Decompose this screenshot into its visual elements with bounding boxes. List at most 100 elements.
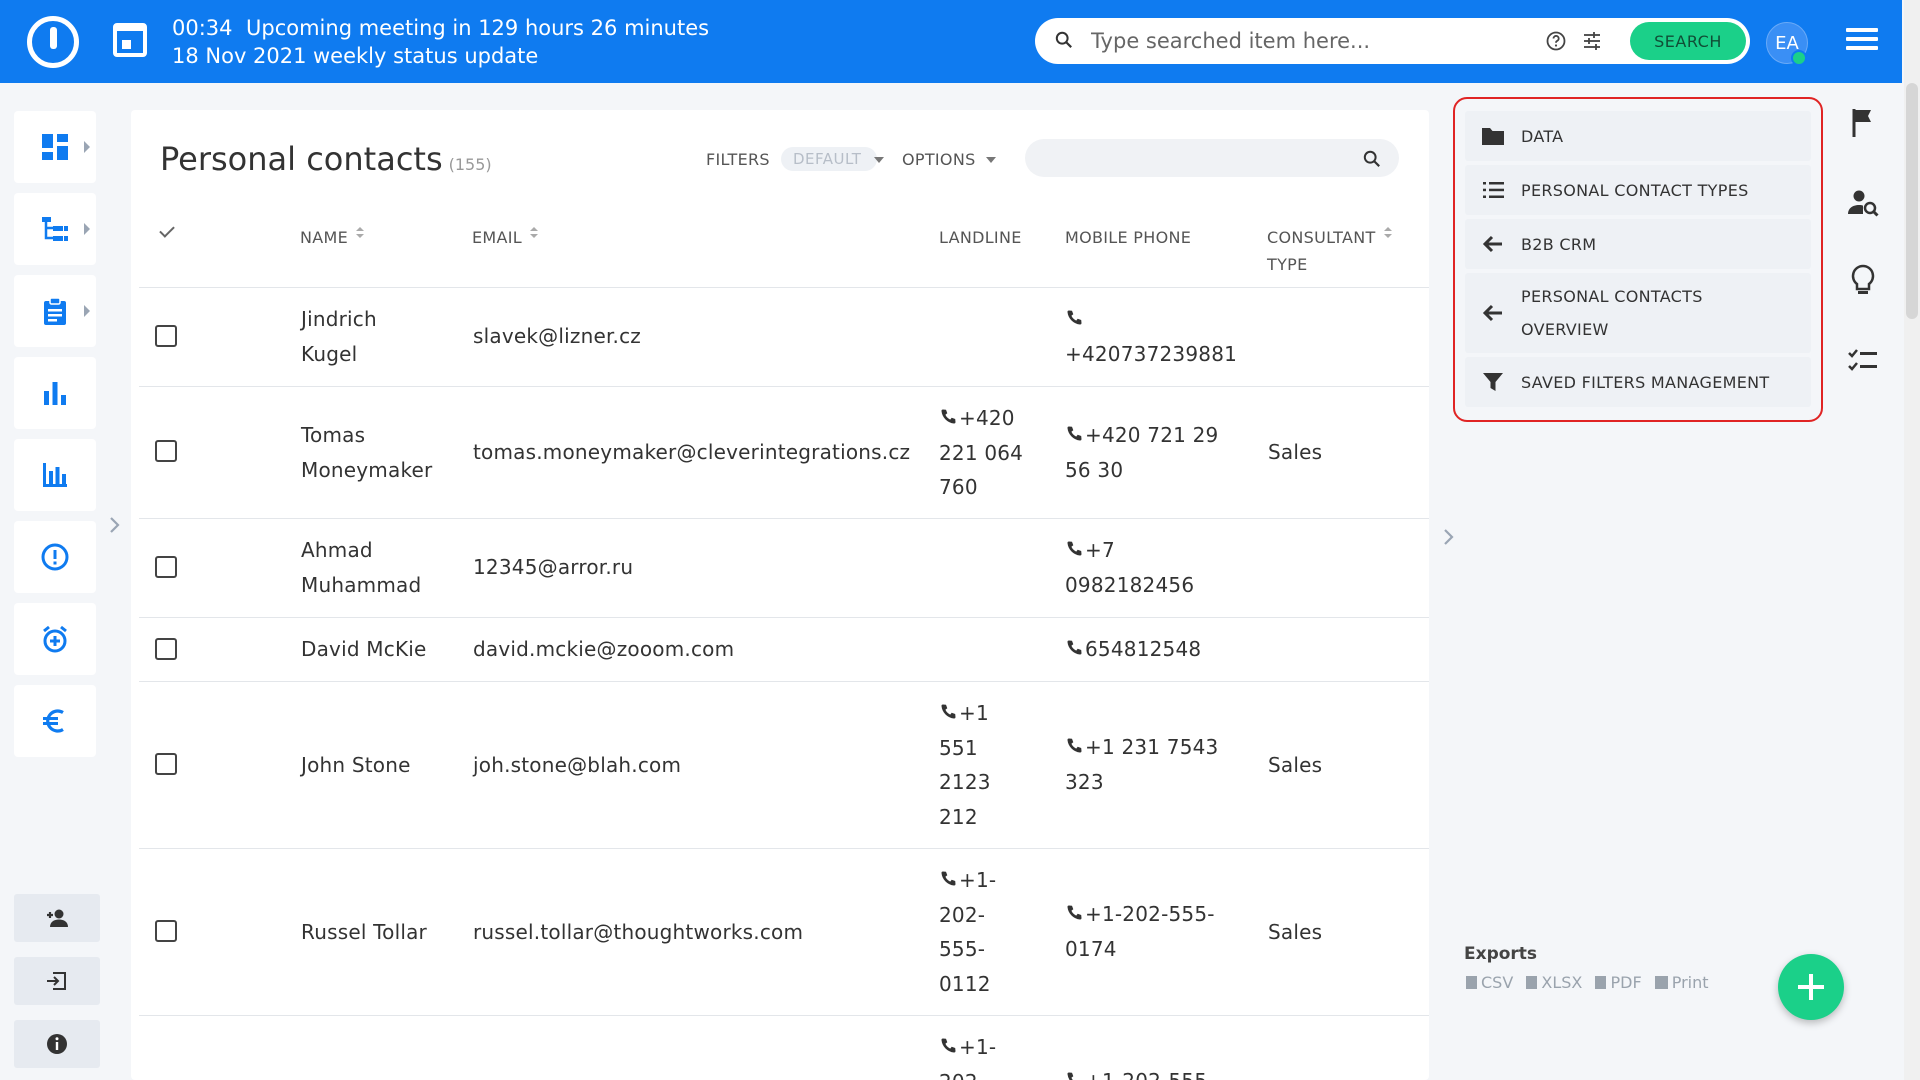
contact-email[interactable]: joh.stone@blah.com <box>473 748 681 783</box>
phone-icon <box>939 402 959 424</box>
contact-email[interactable]: slavek@lizner.cz <box>473 319 641 354</box>
nav-dashboard-caret-icon <box>84 141 90 153</box>
table-row[interactable]: David McKie david.mckie@zooom.com 654812… <box>139 617 1429 681</box>
filters-caret-icon <box>874 157 884 163</box>
contact-consultant-type: Sales <box>1268 753 1323 777</box>
nav-issues[interactable] <box>14 521 96 593</box>
context-item-data[interactable]: DATA <box>1465 111 1811 161</box>
contact-landline[interactable]: +1 551 2123 212 <box>939 696 991 834</box>
column-header-mobile[interactable]: MOBILE PHONE <box>1065 224 1191 251</box>
context-item-label: DATA <box>1521 126 1564 146</box>
alert-icon <box>41 543 69 571</box>
help-icon[interactable] <box>1545 30 1567 52</box>
nav-reminders[interactable] <box>14 603 96 675</box>
context-item-personal-contact-types[interactable]: PERSONAL CONTACT TYPES <box>1465 165 1811 215</box>
table-row[interactable]: Tomas Moneymaker tomas.moneymaker@cleveri… <box>139 386 1429 518</box>
contact-mobile[interactable]: +1 231 7543 323 <box>1065 730 1218 799</box>
contact-mobile[interactable]: +1-202-555- 0174 <box>1065 897 1215 966</box>
options-button[interactable]: OPTIONS <box>902 150 976 169</box>
export-csv-link[interactable]: CSV <box>1466 973 1513 992</box>
filters-button[interactable]: FILTERS <box>706 150 770 169</box>
contact-name[interactable]: David McKie <box>301 632 427 667</box>
context-item-personal-contacts-overview[interactable]: PERSONAL CONTACTS OVERVIEW <box>1465 273 1811 353</box>
phone-icon <box>939 697 959 719</box>
contact-email[interactable]: russel.tollar@thoughtworks.com <box>473 915 803 950</box>
contact-landline[interactable]: +1-202- <box>939 1030 996 1080</box>
table-row[interactable]: Jindrich Kugel slavek@lizner.cz +42073723… <box>139 287 1429 386</box>
column-header-consultant-type[interactable]: CONSULTANT TYPE <box>1267 224 1392 278</box>
context-item-b2b-crm[interactable]: B2B CRM <box>1465 219 1811 269</box>
nav-reports[interactable] <box>14 357 96 429</box>
context-item-saved-filters-management[interactable]: SAVED FILTERS MANAGEMENT <box>1465 357 1811 407</box>
row-checkbox[interactable] <box>155 753 177 775</box>
contact-mobile[interactable]: 654812548 <box>1065 632 1201 667</box>
contact-name[interactable]: Jindrich Kugel <box>301 302 377 371</box>
left-sidebar-expand-chevron-icon[interactable] <box>104 515 124 535</box>
row-checkbox[interactable] <box>155 638 177 660</box>
add-user-icon <box>47 909 68 927</box>
filter-default-chip[interactable]: DEFAULT <box>781 147 877 171</box>
info-button[interactable] <box>14 1020 100 1068</box>
contact-email[interactable]: 12345@arror.ru <box>473 550 633 585</box>
sort-icon <box>1383 227 1392 239</box>
global-search-input[interactable] <box>1091 24 1531 58</box>
checklist-icon[interactable] <box>1846 344 1880 378</box>
row-checkbox[interactable] <box>155 920 177 942</box>
contact-name[interactable]: John Stone <box>301 748 411 783</box>
table-search <box>1025 139 1399 177</box>
contact-mobile[interactable]: +420 721 29 56 30 <box>1065 418 1218 487</box>
logout-icon <box>47 972 66 990</box>
alarm-clock-icon <box>43 625 67 653</box>
right-panel-expand-chevron-icon[interactable] <box>1438 527 1458 547</box>
phone-icon <box>1065 303 1085 325</box>
table-row[interactable]: +1-202- +1-202-555- <box>139 1015 1429 1080</box>
contact-name[interactable]: Russel Tollar <box>301 915 427 950</box>
sort-icon <box>530 227 538 239</box>
column-header-landline[interactable]: LANDLINE <box>939 224 1022 251</box>
scrollbar-thumb[interactable] <box>1906 83 1918 319</box>
column-header-name[interactable]: NAME <box>300 224 365 251</box>
search-button[interactable]: SEARCH <box>1630 22 1746 60</box>
context-item-label: PERSONAL CONTACTS OVERVIEW <box>1521 287 1703 339</box>
lightbulb-icon[interactable] <box>1846 263 1880 297</box>
table-row[interactable]: Russel Tollar russel.tollar@thoughtworks… <box>139 848 1429 1015</box>
contact-name[interactable]: Ahmad Muhammad <box>301 533 421 602</box>
export-pdf-link[interactable]: PDF <box>1595 973 1642 992</box>
select-all-check-icon[interactable] <box>159 222 175 238</box>
hamburger-menu-icon[interactable] <box>1846 28 1878 54</box>
add-user-button[interactable] <box>14 894 100 942</box>
user-search-icon[interactable] <box>1846 186 1880 220</box>
row-checkbox[interactable] <box>155 325 177 347</box>
column-header-email[interactable]: EMAIL <box>472 224 538 251</box>
calendar-icon[interactable] <box>113 23 147 57</box>
table-search-input[interactable] <box>1043 145 1343 171</box>
row-checkbox[interactable] <box>155 440 177 462</box>
list-icon <box>1483 182 1504 198</box>
row-checkbox[interactable] <box>155 556 177 578</box>
phone-icon <box>1065 633 1085 655</box>
contact-mobile[interactable]: +1-202-555- <box>1065 1064 1215 1080</box>
logout-button[interactable] <box>14 957 100 1005</box>
contact-mobile[interactable]: +420737239881 <box>1065 302 1237 371</box>
phone-icon <box>939 864 959 886</box>
nav-finance[interactable] <box>14 685 96 757</box>
table-row[interactable]: Ahmad Muhammad 12345@arror.ru +7 098218245… <box>139 518 1429 617</box>
contact-email[interactable]: david.mckie@zooom.com <box>473 632 734 667</box>
flag-icon[interactable] <box>1846 105 1880 139</box>
contact-mobile[interactable]: +7 0982182456 <box>1065 533 1194 602</box>
contact-landline[interactable]: +420 221 064 760 <box>939 401 1023 505</box>
upcoming-meeting[interactable]: 00:34 Upcoming meeting in 129 hours 26 mi… <box>172 14 709 70</box>
contact-email[interactable]: tomas.moneymaker@cleverintegrations.cz <box>473 435 910 470</box>
add-new-fab-button[interactable] <box>1778 954 1844 1020</box>
search-icon[interactable] <box>1363 150 1381 168</box>
contact-landline[interactable]: +1- 202- 555- 0112 <box>939 863 996 1001</box>
printer-icon <box>1654 976 1668 989</box>
context-item-label: PERSONAL CONTACT TYPES <box>1521 180 1749 200</box>
export-print-link[interactable]: Print <box>1654 973 1709 992</box>
nav-analytics[interactable] <box>14 439 96 511</box>
table-row[interactable]: John Stone joh.stone@blah.com +1 551 2123 2… <box>139 681 1429 848</box>
contact-name[interactable]: Tomas Moneymaker <box>301 418 432 487</box>
export-xlsx-link[interactable]: XLSX <box>1526 973 1582 992</box>
app-logo[interactable] <box>27 16 79 68</box>
search-settings-icon[interactable] <box>1581 30 1603 52</box>
